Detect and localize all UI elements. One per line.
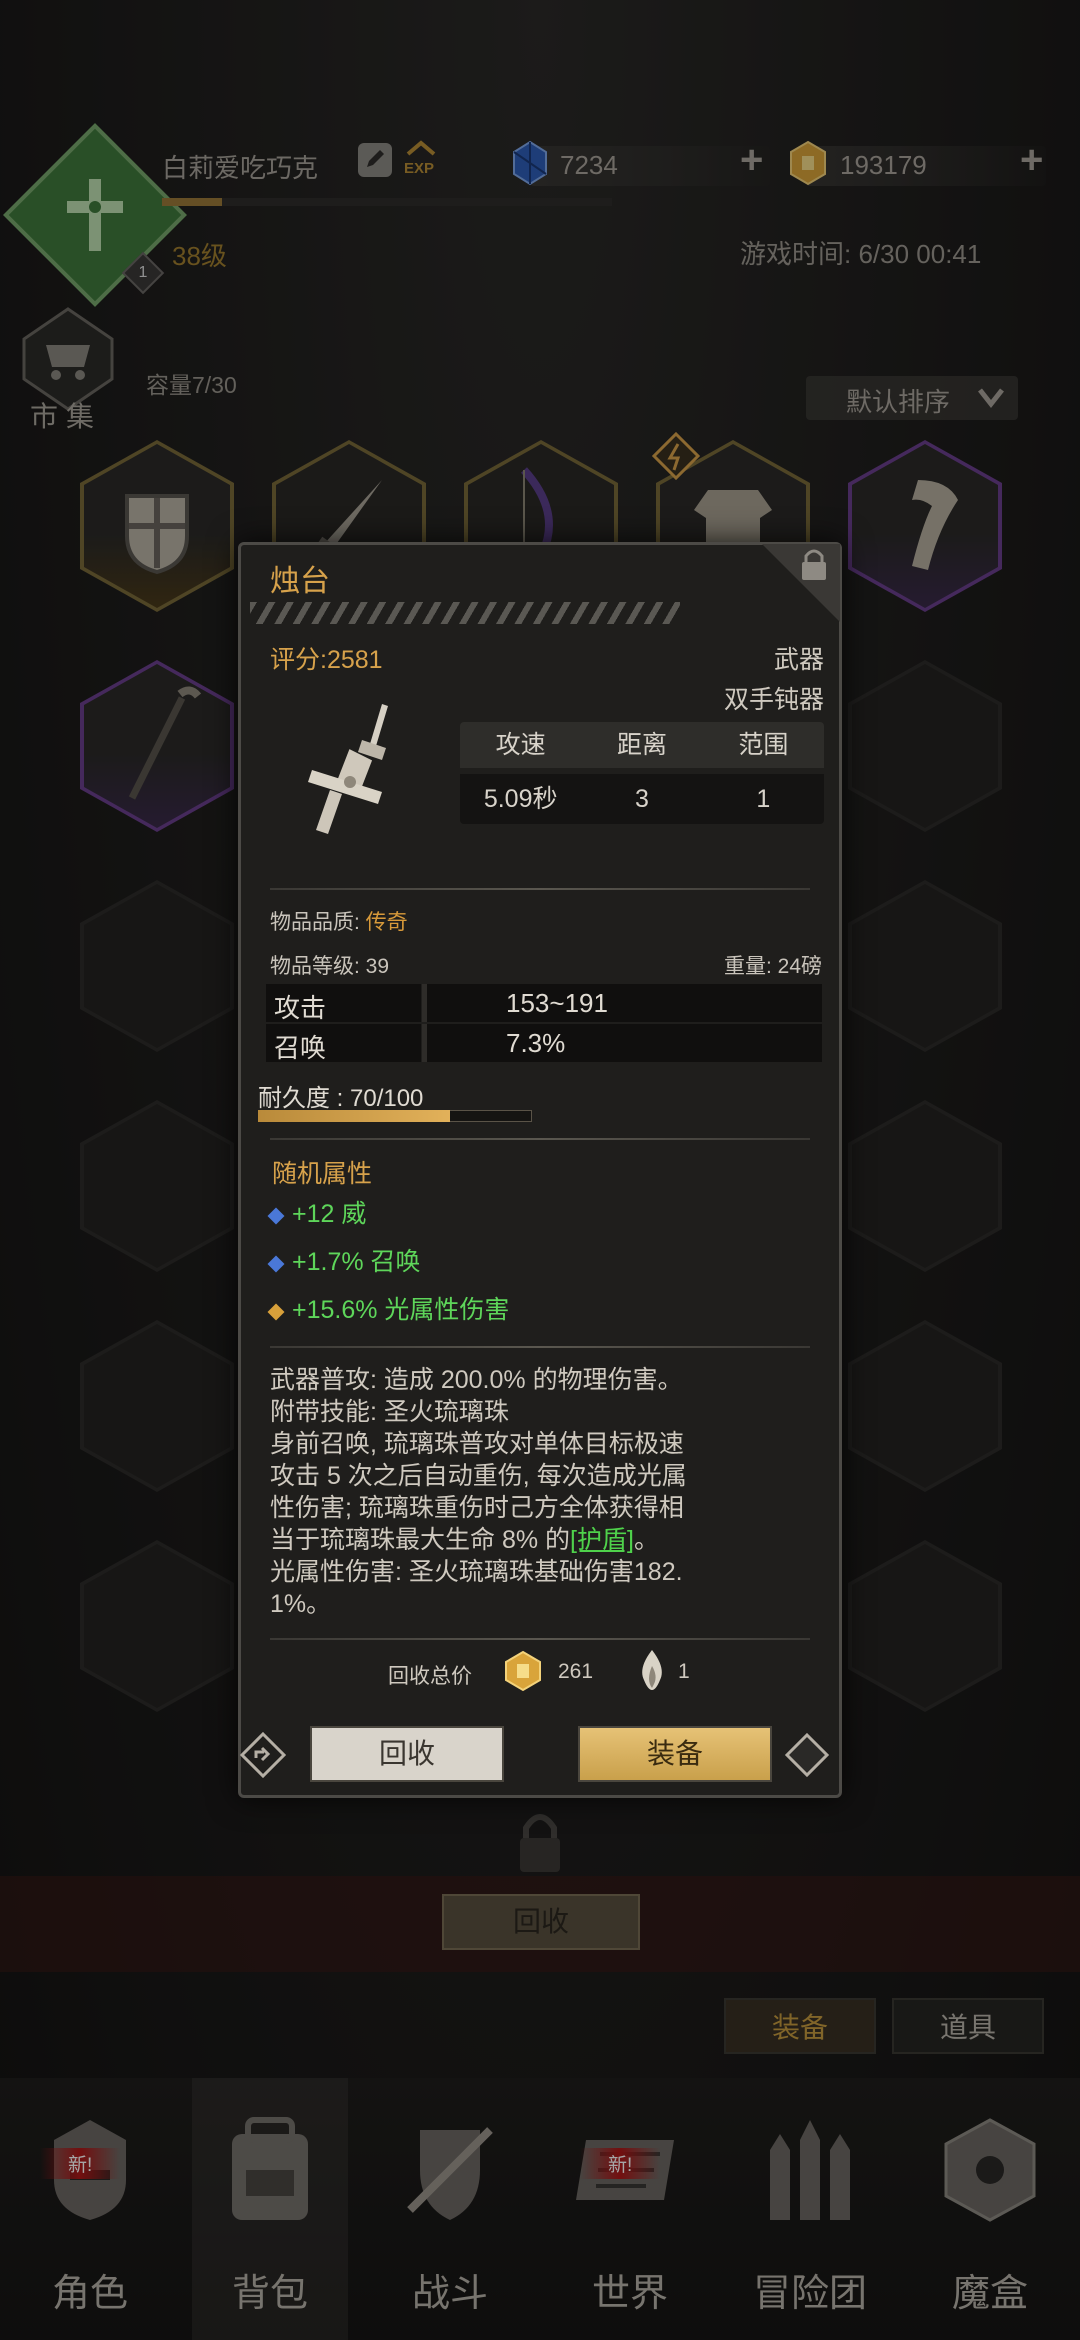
- divider: [270, 1346, 810, 1348]
- item-level: 物品等级: 39: [270, 955, 390, 978]
- quality-label: 物品品质:: [270, 911, 366, 934]
- recycle-total-label: 回收总价: [388, 1665, 472, 1688]
- stat-range: 3: [635, 785, 649, 813]
- title-decoration: [250, 602, 680, 624]
- attr-summon-value: 7.3%: [506, 1028, 566, 1058]
- gold-coin-icon: [505, 1650, 541, 1692]
- item-weight: 重量: 24磅: [723, 955, 822, 978]
- divider: [270, 1138, 810, 1140]
- candlestick-weapon-icon: [308, 704, 388, 834]
- divider: [270, 888, 810, 890]
- random-attr-line: +12 威: [267, 1194, 366, 1230]
- random-attr-line: +1.7% 召唤: [267, 1242, 421, 1278]
- attr-attack-value: 153~191: [506, 988, 608, 1018]
- attr-summon-label: 召唤: [274, 1033, 327, 1063]
- recycle-coin-value: 261: [558, 1660, 594, 1683]
- attr-attack-label: 攻击: [274, 993, 327, 1023]
- gem-icon: [267, 1303, 285, 1321]
- random-attr-line: +15.6% 光属性伤害: [267, 1290, 509, 1326]
- item-score: 评分:2581: [270, 646, 383, 674]
- stat-header-attack-speed: 攻速: [495, 731, 546, 759]
- flame-essence-icon: [642, 1650, 662, 1690]
- share-icon[interactable]: [240, 1732, 286, 1778]
- divider: [270, 1638, 810, 1640]
- quality-value: 传奇: [365, 911, 408, 934]
- item-subtype: 双手钝器: [723, 686, 824, 714]
- recycle-button[interactable]: 回收: [310, 1726, 504, 1782]
- stats-value-row: 5.09秒 3 1: [460, 774, 824, 824]
- item-name: 烛台: [270, 565, 330, 598]
- item-description: 武器普攻: 造成 200.0% 的物理伤害。 附带技能: 圣火琉璃珠 身前召唤,…: [270, 1366, 687, 1618]
- item-quality: 物品品质: 传奇: [270, 906, 408, 936]
- stat-header-range: 距离: [616, 731, 667, 759]
- compare-diamond-icon[interactable]: [784, 1732, 830, 1778]
- stat-header-area: 范围: [738, 731, 789, 759]
- durability-label: 耐久度 : 70/100: [258, 1085, 424, 1112]
- durability-bar-fill: [258, 1110, 450, 1122]
- gem-icon: [267, 1207, 285, 1225]
- gem-icon: [267, 1255, 285, 1273]
- lock-toggle-icon[interactable]: [762, 544, 840, 622]
- random-attributes-title: 随机属性: [272, 1160, 373, 1188]
- stats-header-row: 攻速 距离 范围: [460, 722, 824, 768]
- item-type: 武器: [773, 646, 824, 674]
- equip-button[interactable]: 装备: [578, 1726, 772, 1782]
- weapon-stats-table: 攻速 距离 范围 5.09秒 3 1: [460, 722, 824, 824]
- stat-area: 1: [756, 785, 771, 813]
- stat-attack-speed: 5.09秒: [483, 785, 558, 813]
- shield-keyword-link[interactable]: [护盾]: [570, 1526, 634, 1554]
- recycle-flame-value: 1: [678, 1660, 690, 1683]
